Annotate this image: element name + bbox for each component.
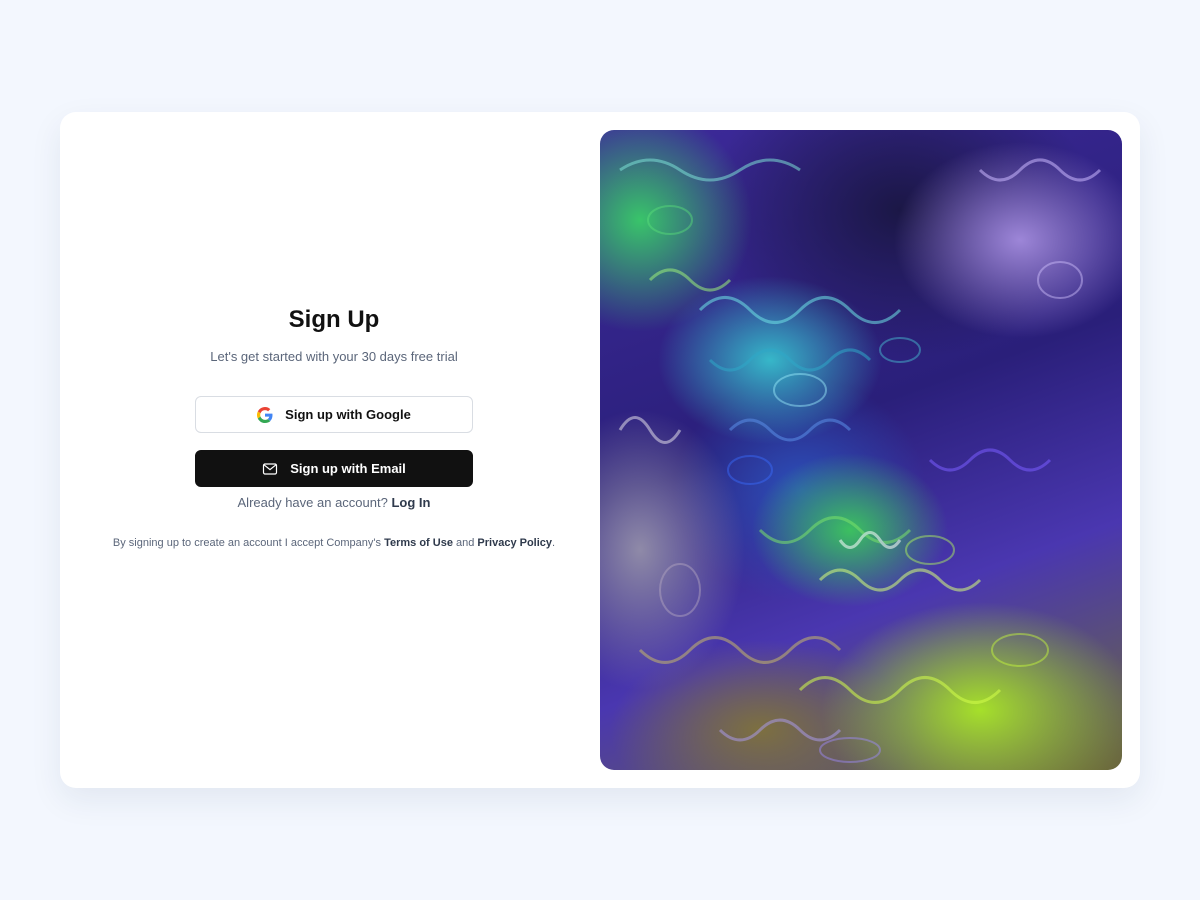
login-prompt-text: Already have an account? bbox=[237, 495, 388, 510]
signup-card: Sign Up Let's get started with your 30 d… bbox=[60, 112, 1140, 788]
google-icon bbox=[257, 406, 273, 423]
page-subtitle: Let's get started with your 30 days free… bbox=[210, 349, 458, 364]
email-signup-button[interactable]: Sign up with Email bbox=[195, 450, 473, 487]
art-pattern bbox=[618, 158, 1102, 763]
privacy-link[interactable]: Privacy Policy bbox=[477, 537, 552, 549]
google-signup-label: Sign up with Google bbox=[285, 407, 411, 422]
page-title: Sign Up bbox=[288, 306, 380, 333]
mail-icon bbox=[262, 461, 278, 477]
legal-suffix: . bbox=[552, 537, 556, 549]
signup-form: Sign Up Let's get started with your 30 d… bbox=[60, 112, 608, 788]
login-link[interactable]: Log In bbox=[391, 495, 430, 510]
legal-and: and bbox=[456, 537, 475, 549]
legal-notice: By signing up to create an account I acc… bbox=[60, 536, 608, 550]
abstract-art-image bbox=[600, 130, 1122, 770]
legal-prefix: By signing up to create an account I acc… bbox=[112, 537, 381, 549]
login-prompt: Already have an account? Log In bbox=[60, 495, 608, 510]
google-signup-button[interactable]: Sign up with Google bbox=[195, 396, 473, 433]
terms-link[interactable]: Terms of Use bbox=[384, 537, 453, 549]
email-signup-label: Sign up with Email bbox=[290, 461, 406, 476]
